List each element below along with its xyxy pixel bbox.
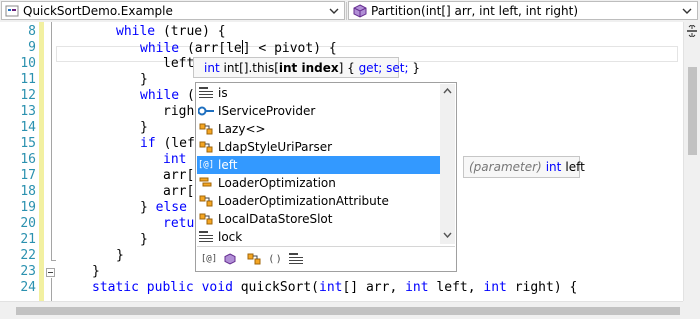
class-filter-icon[interactable] <box>245 250 263 268</box>
project-name: QuickSortDemo.Example <box>23 3 173 18</box>
code-line-8: while (true) { <box>116 24 226 39</box>
quick-info-kind: (parameter) <box>469 160 542 174</box>
split-window-icon[interactable] <box>687 25 697 37</box>
line-number: 24 <box>20 280 36 295</box>
class-icon <box>198 211 214 227</box>
completion-item[interactable]: LoaderOptimizationAttribute <box>197 192 440 210</box>
class-icon <box>198 139 214 155</box>
completion-item[interactable]: LoaderOptimization <box>197 174 440 192</box>
navbar-separator <box>346 2 347 20</box>
signature-get: get; <box>358 60 383 75</box>
interface-icon <box>198 103 214 119</box>
completion-item[interactable]: Lazy<> <box>197 120 440 138</box>
code-line-15: if (left <box>140 136 203 151</box>
line-number: 14 <box>20 120 36 135</box>
signature-close: } <box>412 60 420 75</box>
line-number: 20 <box>20 216 36 231</box>
change-tracking-bar <box>39 22 44 301</box>
signature-set: set; <box>386 60 409 75</box>
navigation-bar: QuickSortDemo.Example Partition(int[] ar… <box>0 0 700 23</box>
code-line-22: } <box>116 248 124 263</box>
line-number: 23 <box>20 264 36 279</box>
keyword-icon <box>198 229 214 245</box>
outline-end <box>51 260 56 261</box>
line-number: 11 <box>20 72 36 87</box>
vertical-scroll-thumb[interactable] <box>688 67 697 155</box>
signature-help-tooltip: int int[].this[int index] { get; set; } <box>193 57 420 78</box>
csharp-project-icon <box>5 5 19 16</box>
member-name: Partition(int[] arr, int left, int right… <box>371 3 579 18</box>
line-number: 15 <box>20 136 36 151</box>
chevron-up-icon[interactable] <box>443 88 452 94</box>
code-line-12: while (a <box>140 88 203 103</box>
enum-icon <box>198 175 214 191</box>
code-line-10: left <box>163 56 195 71</box>
code-line-19: } else { <box>140 200 203 215</box>
keyword-icon <box>198 85 214 101</box>
signature-accessors: ] { <box>338 60 355 75</box>
outline-guide <box>51 278 52 301</box>
chevron-down-icon[interactable] <box>443 232 452 238</box>
completion-item[interactable]: IServiceProvider <box>197 102 440 120</box>
chevron-down-icon <box>682 8 692 14</box>
completion-scrollbar[interactable] <box>440 84 455 244</box>
class-icon <box>198 193 214 209</box>
signature-current-param: int index <box>278 60 339 75</box>
code-line-14: } <box>140 120 148 135</box>
code-line-11: } <box>140 72 148 87</box>
snippet-filter-icon[interactable]: ( ) <box>266 250 284 268</box>
completion-item[interactable]: LocalDataStoreSlot <box>197 210 440 228</box>
keyword-filter-icon[interactable] <box>287 250 305 268</box>
line-number: 12 <box>20 88 36 103</box>
collapse-toggle[interactable] <box>46 268 55 277</box>
project-dropdown[interactable]: QuickSortDemo.Example <box>1 1 345 20</box>
quick-info-tooltip: (parameter) int left <box>463 156 585 178</box>
completion-filter-bar: [@] ( ) <box>197 246 455 271</box>
horizontal-scroll-thumb[interactable] <box>16 307 680 315</box>
line-number: 8 <box>28 24 36 39</box>
member-dropdown[interactable]: Partition(int[] arr, int left, int right… <box>348 1 698 20</box>
signature-target: int[].this[ <box>223 60 279 75</box>
line-number: 9 <box>28 40 36 55</box>
line-number: 22 <box>20 248 36 263</box>
scrollbar-corner <box>683 301 700 319</box>
code-line-9: while (arr[le] < pivot) { <box>140 40 337 56</box>
chevron-down-icon <box>329 8 339 14</box>
completion-item-selected[interactable]: [@] left <box>197 156 440 174</box>
namespace-filter-icon[interactable] <box>221 250 239 268</box>
line-number: 13 <box>20 104 36 119</box>
code-line-24: static public void quickSort(int[] arr, … <box>92 280 578 295</box>
intellisense-completion-list[interactable]: is IServiceProvider Lazy<> LdapStyleUriP… <box>195 82 457 272</box>
vertical-scrollbar[interactable] <box>683 22 700 301</box>
quick-info-type: int <box>545 160 562 174</box>
completion-item[interactable]: LdapStyleUriParser <box>197 138 440 156</box>
completion-item[interactable]: lock <box>197 228 440 246</box>
quick-info-name: left <box>565 160 585 174</box>
local-filter-icon[interactable]: [@] <box>200 250 218 268</box>
line-number: 18 <box>20 184 36 199</box>
class-icon <box>198 121 214 137</box>
completion-item[interactable]: is <box>197 84 440 102</box>
line-number: 19 <box>20 200 36 215</box>
outline-guide <box>51 22 52 260</box>
signature-type: int <box>204 60 220 75</box>
method-icon <box>353 3 367 18</box>
parameter-icon: [@] <box>198 157 214 173</box>
line-number: 17 <box>20 168 36 183</box>
line-number: 21 <box>20 232 36 247</box>
horizontal-scrollbar[interactable] <box>0 301 683 319</box>
line-number: 10 <box>20 56 36 71</box>
code-line-23: } <box>92 264 100 279</box>
code-line-21: } <box>140 232 148 247</box>
line-number: 16 <box>20 152 36 167</box>
